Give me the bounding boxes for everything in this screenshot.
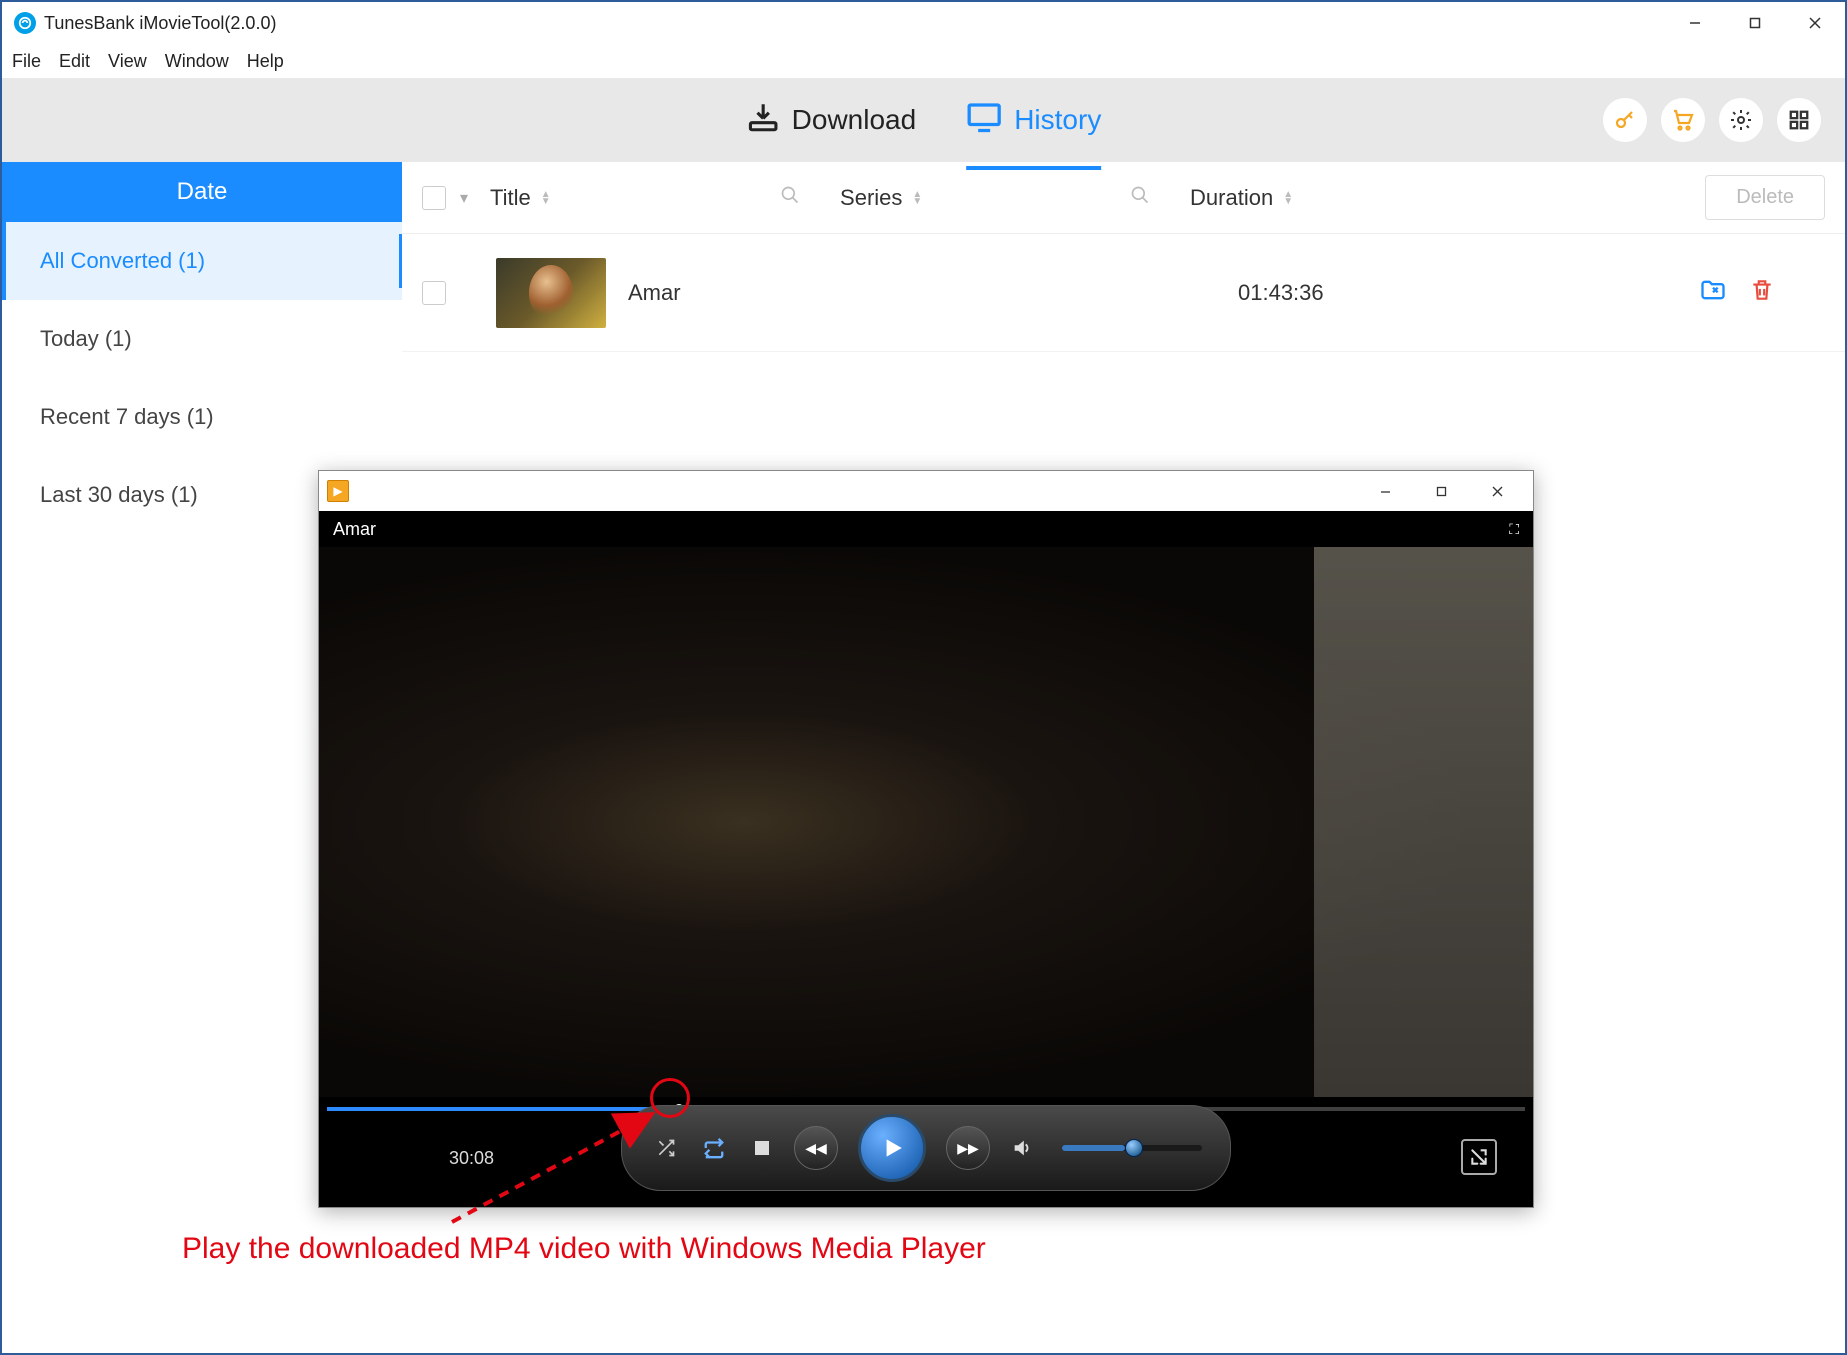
sidebar-item-label: Today (1): [40, 326, 132, 352]
sort-icon: ▲▼: [1283, 191, 1293, 205]
menu-edit[interactable]: Edit: [59, 51, 90, 72]
tab-download[interactable]: Download: [746, 90, 917, 151]
tab-download-label: Download: [792, 104, 917, 136]
column-series-label: Series: [840, 185, 902, 211]
window-controls: [1665, 2, 1845, 44]
volume-fill: [1062, 1145, 1125, 1151]
toolbar: Download History: [2, 78, 1845, 162]
download-icon: [746, 100, 780, 141]
stop-button[interactable]: [746, 1132, 778, 1164]
close-button[interactable]: [1785, 2, 1845, 44]
tab-history-label: History: [1014, 104, 1101, 136]
menu-help[interactable]: Help: [247, 51, 284, 72]
video-area[interactable]: Amar ⛶ 30:08 ◀◀: [319, 511, 1533, 1207]
player-title-bar: ▶: [319, 471, 1533, 511]
sidebar-item-label: Recent 7 days (1): [40, 404, 214, 430]
settings-button[interactable]: [1719, 98, 1763, 142]
chevron-down-icon[interactable]: ▾: [460, 188, 468, 208]
maximize-button[interactable]: [1725, 2, 1785, 44]
sidebar-item-today[interactable]: Today (1): [2, 300, 402, 378]
menu-file[interactable]: File: [12, 51, 41, 72]
video-frame: [319, 547, 1533, 1097]
play-button[interactable]: [858, 1114, 926, 1182]
title-bar: TunesBank iMovieTool(2.0.0): [2, 2, 1845, 44]
player-controls: ◀◀ ▶▶: [319, 1105, 1533, 1191]
player-maximize-button[interactable]: [1413, 471, 1469, 511]
row-duration: 01:43:36: [1238, 280, 1498, 306]
repeat-button[interactable]: [698, 1132, 730, 1164]
previous-button[interactable]: ◀◀: [794, 1126, 838, 1170]
sidebar-item-all-converted[interactable]: All Converted (1): [2, 222, 402, 300]
fullscreen-button[interactable]: [1461, 1139, 1497, 1175]
menu-bar: File Edit View Window Help: [2, 44, 1845, 78]
open-folder-icon[interactable]: [1699, 276, 1727, 310]
video-thumbnail: [496, 258, 606, 328]
column-duration[interactable]: Duration ▲▼: [1190, 185, 1430, 211]
tab-history[interactable]: History: [966, 89, 1101, 152]
sort-icon: ▲▼: [541, 191, 551, 205]
table-header: ▾ Title ▲▼ Series ▲▼ Duration ▲▼ Delete: [402, 162, 1845, 234]
player-close-button[interactable]: [1469, 471, 1525, 511]
table-row[interactable]: Amar 01:43:36: [402, 234, 1845, 352]
player-minimize-button[interactable]: [1357, 471, 1413, 511]
trash-icon[interactable]: [1749, 277, 1775, 309]
shuffle-button[interactable]: [650, 1132, 682, 1164]
column-series[interactable]: Series ▲▼: [840, 185, 1130, 211]
row-actions: [1699, 276, 1825, 310]
monitor-icon: [966, 99, 1002, 142]
annotation-text: Play the downloaded MP4 video with Windo…: [182, 1232, 986, 1266]
grid-button[interactable]: [1777, 98, 1821, 142]
column-title[interactable]: Title ▲▼: [490, 185, 780, 211]
sort-icon: ▲▼: [912, 191, 922, 205]
menu-window[interactable]: Window: [165, 51, 229, 72]
sidebar-item-recent-7-days[interactable]: Recent 7 days (1): [2, 378, 402, 456]
row-title: Amar: [628, 280, 1058, 306]
column-title-label: Title: [490, 185, 531, 211]
volume-button[interactable]: [1006, 1132, 1038, 1164]
column-duration-label: Duration: [1190, 185, 1273, 211]
select-all-checkbox[interactable]: [422, 186, 446, 210]
expand-icon[interactable]: ⛶: [1509, 521, 1519, 538]
wmp-icon: ▶: [327, 480, 349, 502]
search-icon[interactable]: [1130, 185, 1150, 211]
app-icon: [14, 12, 36, 34]
menu-view[interactable]: View: [108, 51, 147, 72]
cart-button[interactable]: [1661, 98, 1705, 142]
sidebar-item-label: All Converted (1): [40, 248, 205, 274]
annotation-circle: [650, 1078, 690, 1118]
key-button[interactable]: [1603, 98, 1647, 142]
next-button[interactable]: ▶▶: [946, 1126, 990, 1170]
row-checkbox[interactable]: [422, 281, 446, 305]
volume-handle[interactable]: [1125, 1139, 1143, 1157]
search-icon[interactable]: [780, 185, 800, 211]
volume-slider[interactable]: [1062, 1145, 1202, 1151]
sidebar-header: Date: [2, 162, 402, 222]
app-title: TunesBank iMovieTool(2.0.0): [44, 13, 276, 34]
control-pill: ◀◀ ▶▶: [621, 1105, 1231, 1191]
minimize-button[interactable]: [1665, 2, 1725, 44]
video-title: Amar: [333, 519, 376, 540]
media-player-window: ▶ Amar ⛶ 30:08 ◀◀: [318, 470, 1534, 1208]
delete-button[interactable]: Delete: [1705, 175, 1825, 220]
sidebar-item-label: Last 30 days (1): [40, 482, 198, 508]
